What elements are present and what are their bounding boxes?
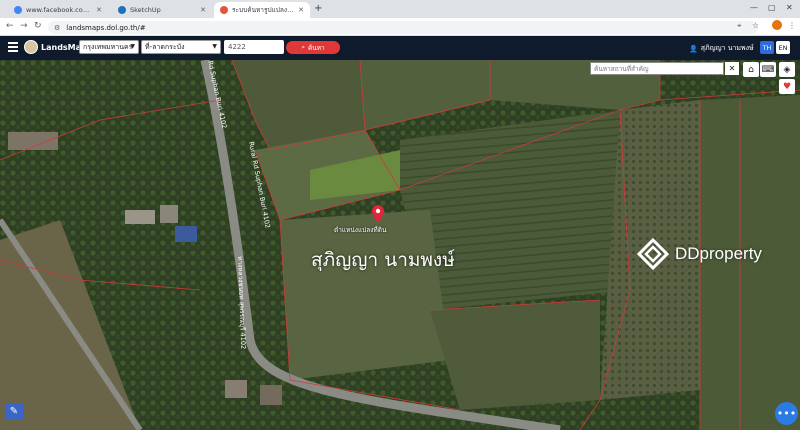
back-icon[interactable]: ←	[6, 21, 14, 31]
province-value: กรุงเทพมหานคร	[83, 42, 133, 51]
forward-icon[interactable]: →	[20, 21, 28, 31]
ddproperty-watermark: DDproperty	[637, 238, 762, 270]
search-button[interactable]: ⌕ ค้นหา	[286, 41, 340, 54]
layers-icon[interactable]: ◈	[779, 62, 795, 77]
tab-title: SketchUp	[130, 6, 161, 14]
district-select[interactable]: ที่-ลาดกระบัง ▼	[141, 40, 221, 54]
sketchup-icon	[118, 6, 126, 14]
profile-avatar[interactable]	[772, 20, 782, 30]
location-pin-icon[interactable]	[372, 205, 384, 223]
google-icon	[14, 6, 22, 14]
chevron-down-icon: ▼	[212, 43, 217, 50]
reload-icon[interactable]: ↻	[34, 21, 42, 31]
user-name: สุภิญญา นามพงษ์	[700, 44, 754, 52]
minimize-icon[interactable]: —	[750, 3, 758, 12]
tab-landsmaps[interactable]: ระบบค้นหารูปแปลงที่ดิน (LandsMa ✕	[214, 2, 310, 18]
bookmark-star-icon[interactable]: ☆	[752, 21, 759, 30]
user-icon: 👤	[689, 44, 698, 53]
site-info-icon[interactable]: ⚙	[54, 24, 60, 32]
search-icon: ⌕	[301, 43, 305, 51]
owner-name-overlay: สุภิญญา นามพงษ์	[311, 249, 455, 271]
province-select[interactable]: กรุงเทพมหานคร ▼	[79, 40, 139, 54]
url-field[interactable]: ⚙ landsmaps.dol.go.th/#	[48, 21, 758, 34]
parcel-number-input[interactable]: 4222	[224, 40, 284, 54]
clear-search-button[interactable]: ✕	[725, 62, 739, 75]
parcel-location-label: ตำแหน่งแปลงที่ดิน	[334, 226, 387, 234]
watermark-text: DDproperty	[675, 244, 762, 263]
chevron-down-icon: ▼	[130, 43, 135, 50]
keyboard-icon[interactable]: ⌨	[760, 62, 776, 77]
search-button-label: ค้นหา	[307, 43, 325, 52]
tab-title: www.facebook.com login - ค้นห	[26, 6, 92, 14]
district-value: ที่-ลาดกระบัง	[145, 42, 185, 51]
location-icon[interactable]: ⌖	[737, 21, 742, 31]
dol-logo	[24, 40, 38, 54]
browser-tab-bar: www.facebook.com login - ค้นห ✕ SketchUp…	[0, 0, 800, 18]
close-tab-icon[interactable]: ✕	[96, 6, 102, 14]
home-icon[interactable]: ⌂	[743, 62, 759, 77]
new-tab-button[interactable]: +	[314, 3, 322, 14]
url-text: landsmaps.dol.go.th/#	[66, 23, 146, 32]
satellite-map[interactable]: Rd Suphan Buri 4102 Rural Rd Suphan Buri…	[0, 60, 800, 430]
tab-facebook[interactable]: www.facebook.com login - ค้นห ✕	[8, 2, 108, 18]
lang-th-button[interactable]: TH	[760, 41, 774, 54]
heart-icon[interactable]: ♥	[779, 79, 795, 94]
chat-icon[interactable]: •••	[775, 402, 798, 425]
menu-dots-icon[interactable]: ⋮	[788, 21, 796, 30]
maximize-icon[interactable]: ▢	[768, 3, 776, 12]
tab-sketchup[interactable]: SketchUp ✕	[112, 2, 212, 18]
tab-title: ระบบค้นหารูปแปลงที่ดิน (LandsMa	[232, 6, 295, 14]
close-tab-icon[interactable]: ✕	[298, 6, 304, 14]
tool-icon[interactable]: ✎	[5, 403, 23, 420]
ddproperty-logo-icon	[637, 238, 669, 270]
close-tab-icon[interactable]: ✕	[200, 6, 206, 14]
app-header: LandsMaps กรุงเทพมหานคร ▼ ที่-ลาดกระบัง …	[0, 36, 800, 60]
address-bar: ← → ↻ ⚙ landsmaps.dol.go.th/# ⌖ ☆ ⋮	[0, 18, 800, 36]
map-pin-icon	[220, 6, 228, 14]
hamburger-menu-icon[interactable]	[8, 42, 18, 52]
lang-en-button[interactable]: EN	[776, 41, 790, 54]
landmark-search-input[interactable]: ค้นหาสถานที่สำคัญ	[590, 62, 724, 75]
user-menu[interactable]: 👤 สุภิญญา นามพงษ์	[689, 43, 754, 54]
close-window-icon[interactable]: ✕	[786, 3, 793, 12]
